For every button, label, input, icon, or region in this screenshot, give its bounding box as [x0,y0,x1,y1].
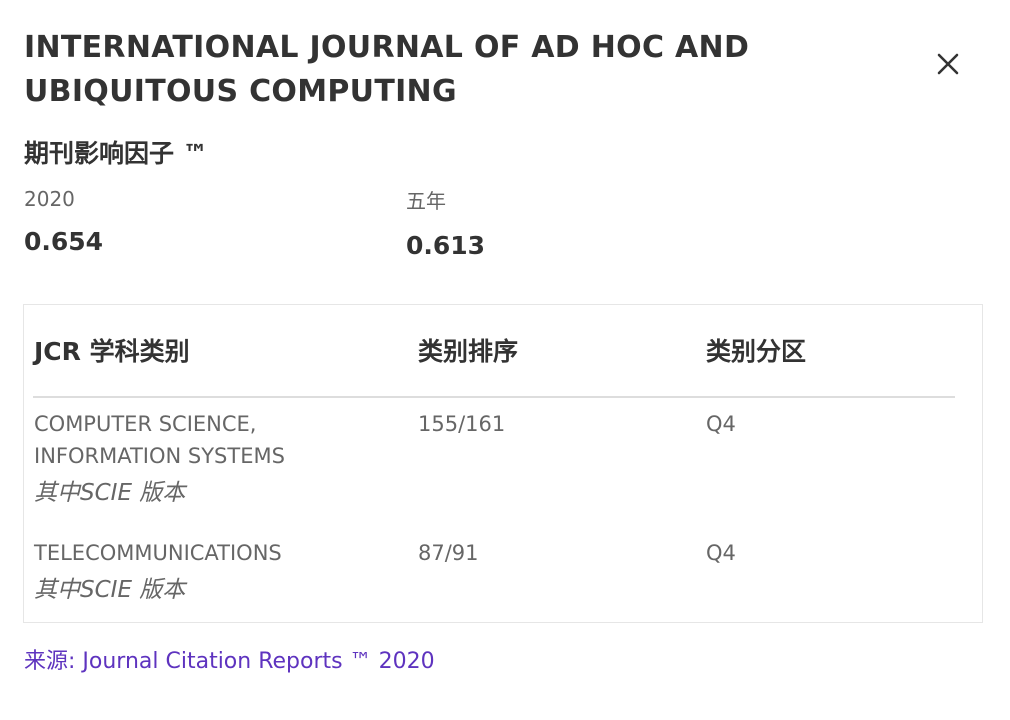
table-row-rank: 87/91 [418,541,479,565]
table-row-rank: 155/161 [418,412,506,436]
table-row-quartile: Q4 [706,541,736,565]
impact-factor-2020: 2020 0.654 [24,184,103,260]
impact-factor-year-label: 2020 [24,187,75,211]
table-header-quartile: 类别分区 [706,337,807,366]
table-row-quartile: Q4 [706,412,736,436]
impact-factor-heading: 期刊影响因子 ™ [24,139,208,168]
table-row-category: TELECOMMUNICATIONS [34,541,282,565]
table-row-edition: 其中SCIE 版本 [34,480,186,506]
journal-title: INTERNATIONAL JOURNAL OF AD HOC AND UBIQ… [24,30,750,109]
close-icon [937,53,959,75]
table-header-divider [33,396,955,398]
impact-factor-year-value: 0.654 [24,227,104,256]
impact-factor-five-year-label: 五年 [406,189,446,213]
journal-impact-panel: INTERNATIONAL JOURNAL OF AD HOC AND UBIQ… [0,0,1010,720]
table-header-rank: 类别排序 [418,337,519,366]
impact-factor-five-year: 五年 0.613 [406,186,485,264]
table-row-category: COMPUTER SCIENCE, INFORMATION SYSTEMS [34,412,285,468]
table-row-edition: 其中SCIE 版本 [34,577,186,603]
impact-factor-five-year-value: 0.613 [406,231,486,260]
source-link[interactable]: 来源: Journal Citation Reports ™ 2020 [24,646,435,678]
table-header-category: JCR 学科类别 [34,337,190,366]
close-button[interactable] [928,44,968,84]
